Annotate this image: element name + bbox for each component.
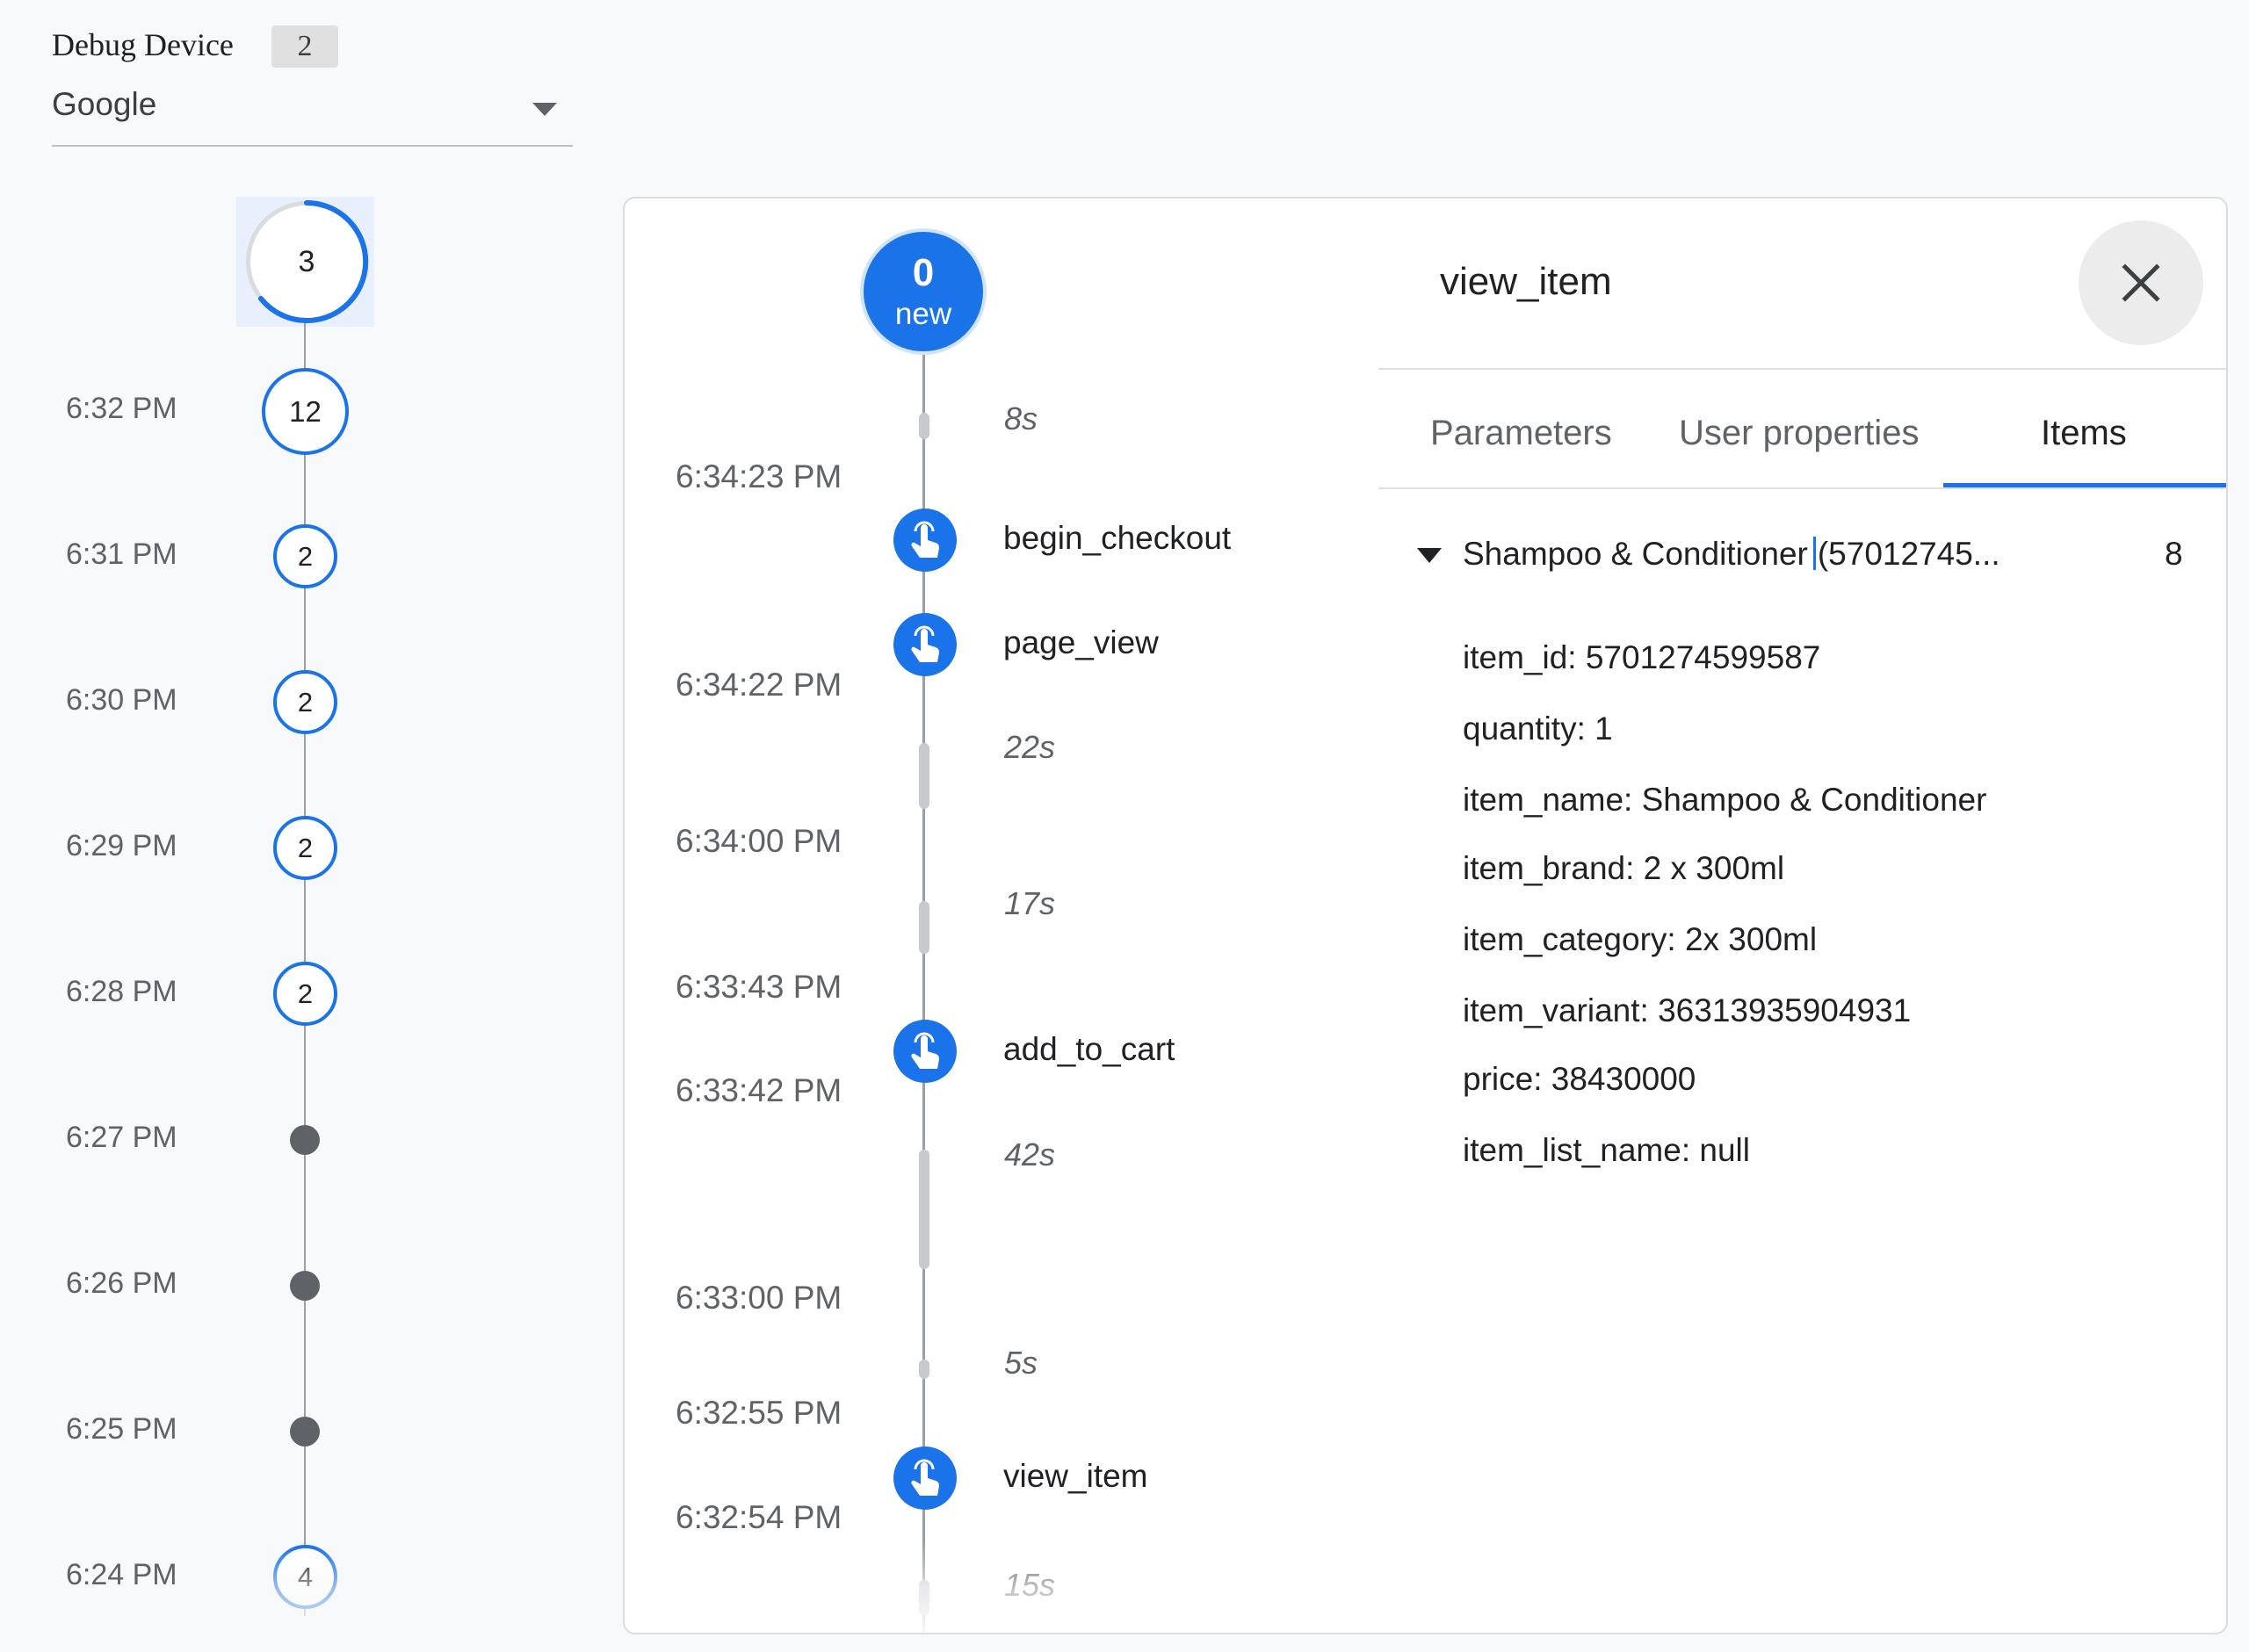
tab-user-properties[interactable]: User properties xyxy=(1679,414,1919,453)
touch-icon xyxy=(911,1032,939,1069)
gap-duration-label: 42s xyxy=(1004,1136,1056,1172)
close-button[interactable] xyxy=(2079,220,2203,345)
event-time-label: 6:34:22 PM xyxy=(676,667,842,703)
gap-bar xyxy=(919,413,929,439)
event-icon[interactable] xyxy=(893,1020,957,1083)
debug-device-selected-value: Google xyxy=(52,86,157,122)
event-time-label: 6:32:54 PM xyxy=(676,1499,842,1535)
item-param: item_brand: 2 x 300ml xyxy=(1463,850,1785,886)
event-name[interactable]: add_to_cart xyxy=(1003,1031,1175,1068)
new-events-label: new xyxy=(894,297,952,331)
item-param: item_name: Shampoo & Conditioner xyxy=(1463,782,1987,818)
touch-icon xyxy=(911,521,939,558)
minute-time-label: 6:24 PM xyxy=(66,1558,177,1591)
debug-device-dropdown[interactable]: Google xyxy=(52,83,573,147)
gap-duration-label: 22s xyxy=(1004,729,1056,765)
events-fade-overlay xyxy=(625,1542,1415,1633)
gap-duration-label: 17s xyxy=(1004,885,1056,921)
events-panel: 0 new 8s 6:34:23 PM begin_checkout page_… xyxy=(623,197,2228,1634)
event-time-label: 6:33:42 PM xyxy=(676,1072,842,1108)
new-events-bubble[interactable]: 0 new xyxy=(860,228,987,355)
event-icon[interactable] xyxy=(893,613,957,676)
minute-time-label: 6:32 PM xyxy=(66,392,177,425)
event-name[interactable]: begin_checkout xyxy=(1003,520,1231,557)
tab-parameters[interactable]: Parameters xyxy=(1430,414,1612,453)
minute-empty-dot[interactable] xyxy=(290,1271,320,1301)
minute-time-label: 6:26 PM xyxy=(66,1266,177,1300)
minute-time-label: 6:28 PM xyxy=(66,975,177,1008)
debug-device-label: Debug Device xyxy=(52,27,234,62)
minute-bubble[interactable]: 2 xyxy=(273,962,337,1026)
event-icon[interactable] xyxy=(893,1446,957,1510)
debug-device-count-badge: 2 xyxy=(271,25,338,68)
touch-icon xyxy=(911,1459,939,1496)
minute-bubble[interactable]: 12 xyxy=(262,368,349,455)
item-header-name: Shampoo & Conditioner xyxy=(1463,536,1808,572)
minute-empty-dot[interactable] xyxy=(290,1125,320,1155)
item-param: item_category: 2x 300ml xyxy=(1463,921,1818,957)
detail-header-divider xyxy=(1378,368,2226,370)
item-param-count: 8 xyxy=(2165,536,2183,572)
gap-bar xyxy=(919,743,929,809)
minute-time-label: 6:29 PM xyxy=(66,829,177,862)
gap-bar xyxy=(919,901,929,954)
collapse-caret-icon[interactable] xyxy=(1417,548,1442,563)
event-name[interactable]: page_view xyxy=(1003,624,1159,661)
event-icon[interactable] xyxy=(893,509,957,572)
item-param: item_id: 5701274599587 xyxy=(1463,639,1821,675)
tabs-divider xyxy=(1378,487,2226,489)
minute-time-label: 6:27 PM xyxy=(66,1121,177,1154)
item-param: price: 38430000 xyxy=(1463,1061,1696,1097)
item-param: item_list_name: null xyxy=(1463,1132,1750,1168)
minute-time-label: 6:30 PM xyxy=(66,683,177,717)
item-header-id: (57012745... xyxy=(1817,536,2000,572)
event-time-label: 6:33:43 PM xyxy=(676,969,842,1005)
dropdown-arrow-icon xyxy=(532,103,557,116)
event-detail-title: view_item xyxy=(1440,260,1612,303)
minute-time-label: 6:31 PM xyxy=(66,537,177,571)
minutes-fade-overlay xyxy=(228,1546,404,1652)
minute-bubble[interactable]: 2 xyxy=(273,670,337,734)
new-events-count: 0 xyxy=(912,251,935,294)
item-param: quantity: 1 xyxy=(1463,711,1613,747)
gap-bar xyxy=(919,1150,929,1269)
touch-icon xyxy=(911,625,939,662)
close-icon xyxy=(2122,263,2160,302)
minute-empty-dot[interactable] xyxy=(290,1417,320,1446)
event-time-label: 6:33:00 PM xyxy=(676,1280,842,1316)
minute-bubble[interactable]: 2 xyxy=(273,816,337,880)
event-time-label: 6:32:55 PM xyxy=(676,1395,842,1431)
tab-items[interactable]: Items xyxy=(2041,414,2127,453)
item-header[interactable]: Shampoo & Conditioner (57012745... xyxy=(1463,536,2000,573)
event-time-label: 6:34:23 PM xyxy=(676,458,842,494)
gap-duration-label: 8s xyxy=(1004,400,1038,436)
event-name[interactable]: view_item xyxy=(1003,1458,1148,1495)
item-param: item_variant: 36313935904931 xyxy=(1463,992,1912,1028)
gap-duration-label: 5s xyxy=(1004,1345,1038,1381)
event-time-label: 6:34:00 PM xyxy=(676,823,842,859)
minute-time-label: 6:25 PM xyxy=(66,1412,177,1446)
text-cursor xyxy=(1812,537,1816,570)
minute-bubble[interactable]: 2 xyxy=(273,524,337,588)
gap-bar xyxy=(919,1360,929,1379)
minutes-timeline-line xyxy=(304,263,306,1616)
current-minute-progress-arc xyxy=(258,199,369,323)
